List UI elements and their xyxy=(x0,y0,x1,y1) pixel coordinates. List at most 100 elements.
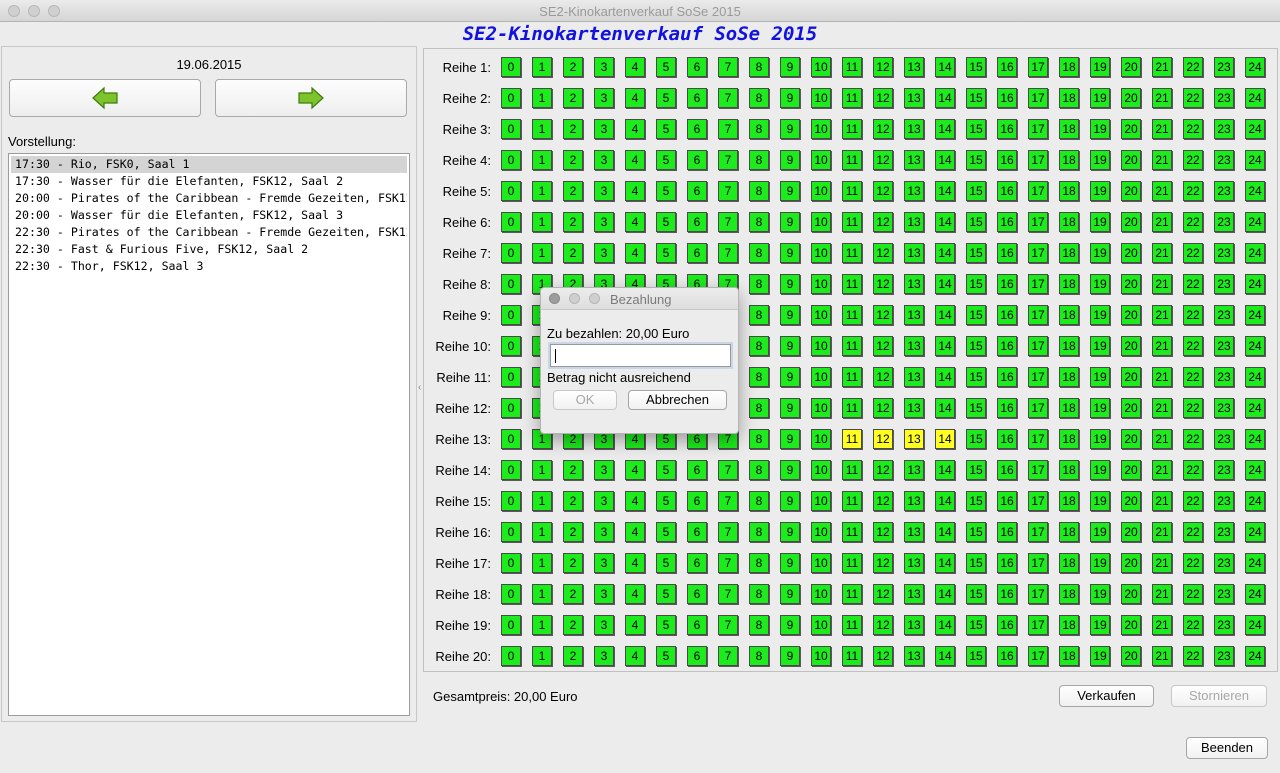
seat-button[interactable]: 11 xyxy=(842,336,862,356)
seat-button[interactable]: 12 xyxy=(873,398,893,418)
seat-button[interactable]: 18 xyxy=(1059,367,1079,387)
seat-button[interactable]: 16 xyxy=(997,584,1017,604)
seat-button[interactable]: 4 xyxy=(625,615,645,635)
seat-button[interactable]: 6 xyxy=(687,243,707,263)
seat-button[interactable]: 22 xyxy=(1183,522,1203,542)
seat-button[interactable]: 19 xyxy=(1090,336,1110,356)
seat-button[interactable]: 12 xyxy=(873,212,893,232)
seat-button[interactable]: 11 xyxy=(842,491,862,511)
seat-button[interactable]: 17 xyxy=(1028,88,1048,108)
seat-button[interactable]: 18 xyxy=(1059,119,1079,139)
seat-button[interactable]: 24 xyxy=(1245,212,1265,232)
seat-button-selected[interactable]: 13 xyxy=(904,429,924,449)
seat-button[interactable]: 3 xyxy=(594,119,614,139)
show-list-item[interactable]: 22:30 - Pirates of the Caribbean - Fremd… xyxy=(11,224,407,241)
seat-button[interactable]: 2 xyxy=(563,119,583,139)
seat-button[interactable]: 17 xyxy=(1028,460,1048,480)
seat-button[interactable]: 8 xyxy=(749,615,769,635)
seat-button[interactable]: 17 xyxy=(1028,584,1048,604)
seat-button[interactable]: 20 xyxy=(1121,398,1141,418)
seat-button[interactable]: 8 xyxy=(749,336,769,356)
seat-button[interactable]: 12 xyxy=(873,150,893,170)
seat-button[interactable]: 9 xyxy=(780,460,800,480)
seat-button[interactable]: 19 xyxy=(1090,150,1110,170)
seat-button[interactable]: 13 xyxy=(904,336,924,356)
seat-button[interactable]: 6 xyxy=(687,88,707,108)
seat-button[interactable]: 24 xyxy=(1245,305,1265,325)
seat-button[interactable]: 24 xyxy=(1245,646,1265,666)
seat-button[interactable]: 19 xyxy=(1090,88,1110,108)
seat-button[interactable]: 21 xyxy=(1152,584,1172,604)
seat-button[interactable]: 15 xyxy=(966,491,986,511)
show-list-item[interactable]: 20:00 - Pirates of the Caribbean - Fremd… xyxy=(11,190,407,207)
seat-button[interactable]: 20 xyxy=(1121,460,1141,480)
seat-button[interactable]: 18 xyxy=(1059,646,1079,666)
seat-button[interactable]: 14 xyxy=(935,491,955,511)
seat-button[interactable]: 13 xyxy=(904,243,924,263)
seat-button[interactable]: 18 xyxy=(1059,57,1079,77)
seat-button[interactable]: 15 xyxy=(966,553,986,573)
seat-button[interactable]: 2 xyxy=(563,522,583,542)
seat-button[interactable]: 13 xyxy=(904,584,924,604)
seat-button[interactable]: 16 xyxy=(997,243,1017,263)
seat-button[interactable]: 10 xyxy=(811,491,831,511)
seat-button[interactable]: 3 xyxy=(594,181,614,201)
seat-button[interactable]: 11 xyxy=(842,460,862,480)
seat-button[interactable]: 22 xyxy=(1183,119,1203,139)
seat-button[interactable]: 17 xyxy=(1028,367,1048,387)
seat-button[interactable]: 20 xyxy=(1121,646,1141,666)
seat-button[interactable]: 18 xyxy=(1059,88,1079,108)
seat-button[interactable]: 0 xyxy=(501,646,521,666)
seat-button[interactable]: 1 xyxy=(532,181,552,201)
seat-button[interactable]: 14 xyxy=(935,305,955,325)
seat-button[interactable]: 16 xyxy=(997,460,1017,480)
seat-button[interactable]: 14 xyxy=(935,584,955,604)
show-list-item[interactable]: 22:30 - Fast & Furious Five, FSK12, Saal… xyxy=(11,241,407,258)
seat-button[interactable]: 21 xyxy=(1152,88,1172,108)
show-list[interactable]: 17:30 - Rio, FSK0, Saal 1 17:30 - Wasser … xyxy=(8,153,410,716)
seat-button[interactable]: 2 xyxy=(563,460,583,480)
seat-button[interactable]: 23 xyxy=(1214,429,1234,449)
seat-button[interactable]: 23 xyxy=(1214,584,1234,604)
seat-button[interactable]: 2 xyxy=(563,212,583,232)
seat-button[interactable]: 17 xyxy=(1028,398,1048,418)
seat-button[interactable]: 6 xyxy=(687,181,707,201)
seat-button[interactable]: 5 xyxy=(656,460,676,480)
seat-button[interactable]: 17 xyxy=(1028,181,1048,201)
seat-button[interactable]: 14 xyxy=(935,398,955,418)
seat-button[interactable]: 20 xyxy=(1121,305,1141,325)
dialog-abort-button[interactable]: Abbrechen xyxy=(628,390,727,410)
seat-button[interactable]: 9 xyxy=(780,553,800,573)
seat-button[interactable]: 8 xyxy=(749,367,769,387)
seat-button[interactable]: 17 xyxy=(1028,274,1048,294)
seat-button[interactable]: 8 xyxy=(749,398,769,418)
dialog-close-icon[interactable] xyxy=(549,293,560,304)
seat-button[interactable]: 0 xyxy=(501,491,521,511)
seat-button[interactable]: 18 xyxy=(1059,398,1079,418)
seat-button[interactable]: 10 xyxy=(811,336,831,356)
seat-button[interactable]: 23 xyxy=(1214,336,1234,356)
seat-button[interactable]: 22 xyxy=(1183,615,1203,635)
seat-button[interactable]: 22 xyxy=(1183,584,1203,604)
seat-button[interactable]: 14 xyxy=(935,336,955,356)
seat-button[interactable]: 1 xyxy=(532,57,552,77)
seat-button[interactable]: 12 xyxy=(873,305,893,325)
seat-button[interactable]: 17 xyxy=(1028,150,1048,170)
seat-button[interactable]: 5 xyxy=(656,522,676,542)
seat-button[interactable]: 3 xyxy=(594,491,614,511)
seat-button[interactable]: 8 xyxy=(749,522,769,542)
seat-button[interactable]: 24 xyxy=(1245,57,1265,77)
seat-button[interactable]: 14 xyxy=(935,150,955,170)
seat-button[interactable]: 3 xyxy=(594,584,614,604)
sell-button[interactable]: Verkaufen xyxy=(1059,685,1154,707)
seat-button[interactable]: 21 xyxy=(1152,367,1172,387)
seat-button[interactable]: 6 xyxy=(687,460,707,480)
seat-button[interactable]: 9 xyxy=(780,57,800,77)
seat-button[interactable]: 18 xyxy=(1059,429,1079,449)
seat-button[interactable]: 21 xyxy=(1152,57,1172,77)
seat-button-selected[interactable]: 12 xyxy=(873,429,893,449)
seat-button[interactable]: 13 xyxy=(904,212,924,232)
seat-button[interactable]: 7 xyxy=(718,119,738,139)
seat-button[interactable]: 8 xyxy=(749,274,769,294)
seat-button[interactable]: 9 xyxy=(780,212,800,232)
